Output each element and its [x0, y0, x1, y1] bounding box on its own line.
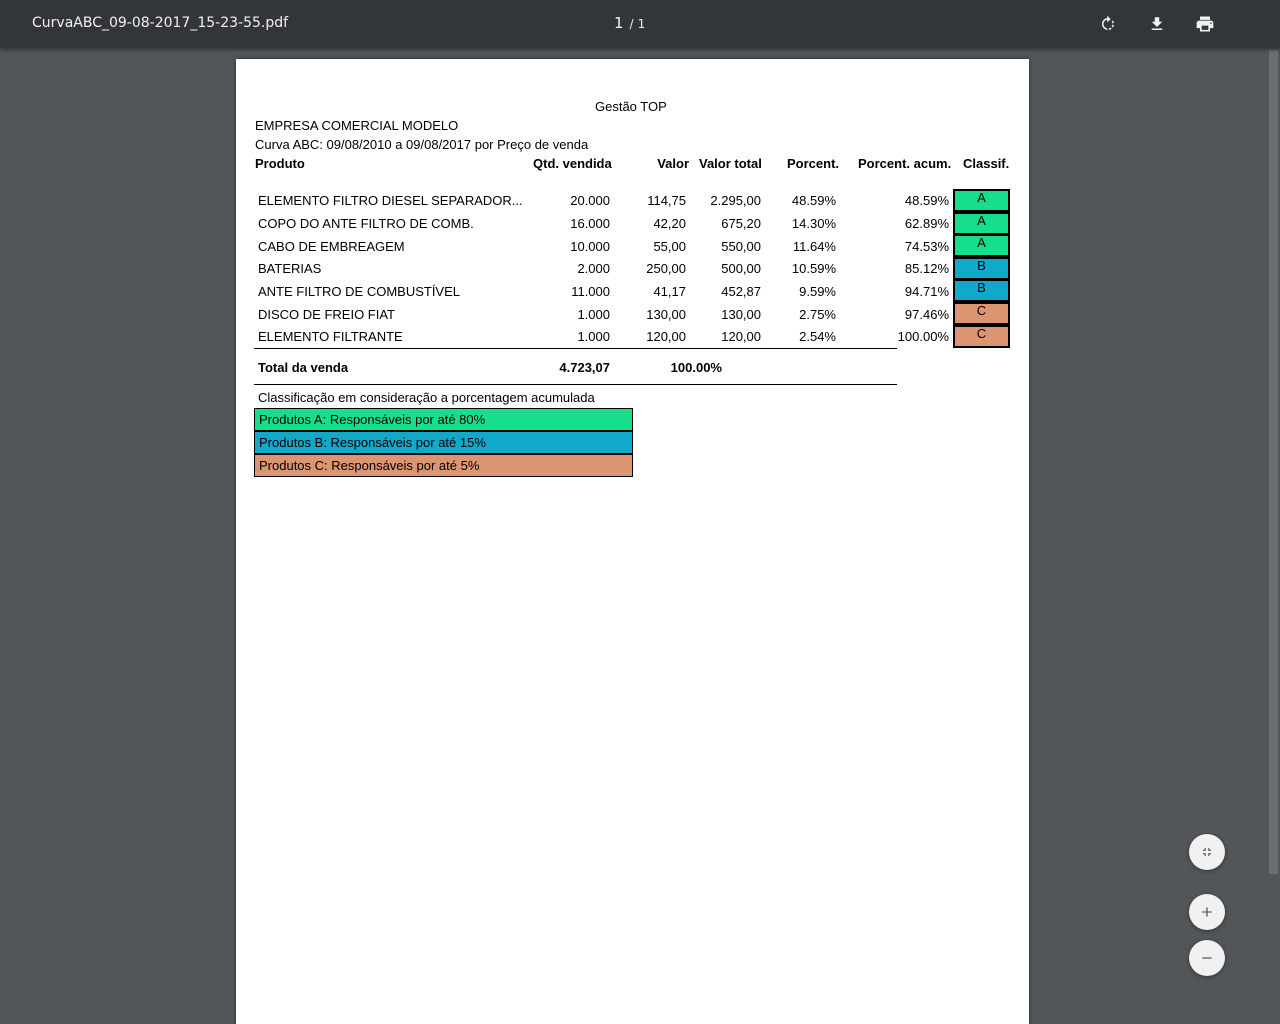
total-pages: 1: [637, 17, 646, 31]
cell-produto: BATERIAS: [258, 261, 322, 276]
zoom-in-button[interactable]: [1189, 894, 1225, 930]
legend-title: Classificação em consideração a porcenta…: [258, 390, 595, 405]
cell-porcent: 2.54%: [799, 329, 836, 344]
fit-to-page-button[interactable]: [1189, 834, 1225, 870]
cell-valor-total: 550,00: [721, 239, 761, 254]
cell-produto: COPO DO ANTE FILTRO DE COMB.: [258, 216, 474, 231]
cell-valor: 55,00: [653, 239, 686, 254]
cell-porcent-acum: 94.71%: [904, 284, 949, 299]
cell-valor-total: 452,87: [721, 284, 761, 299]
classification-badge: B: [953, 256, 1010, 280]
cell-qtd: 11.000: [571, 284, 610, 299]
vertical-scrollbar[interactable]: [1266, 48, 1280, 1024]
cell-qtd: 10.000: [570, 239, 610, 254]
cell-porcent-acum: 74.53%: [904, 239, 949, 254]
cell-porcent: 48.59%: [791, 193, 836, 208]
col-header-porcent: Porcent.: [787, 156, 840, 171]
col-header-classif: Classif.: [963, 156, 1010, 171]
classification-badge: A: [953, 211, 1010, 235]
cell-porcent: 14.30%: [791, 216, 836, 231]
classification-badge: B: [953, 279, 1010, 303]
rotate-icon: [1102, 15, 1114, 30]
classification-badge: A: [953, 189, 1010, 212]
download-icon: [1151, 17, 1163, 30]
cell-produto: ELEMENTO FILTRO DIESEL SEPARADOR...: [258, 193, 523, 208]
cell-valor-total: 500,00: [721, 261, 761, 276]
cell-valor: 42,20: [653, 216, 686, 231]
page-separator: /: [629, 17, 634, 31]
col-header-porcent-acum: Porcent. acum.: [858, 156, 952, 171]
col-header-produto: Produto: [255, 156, 305, 171]
zoom-in-icon: [1202, 907, 1212, 917]
cell-porcent-acum: 62.89%: [904, 216, 949, 231]
legend-item-b: Produtos B: Responsáveis por até 15%: [254, 431, 633, 454]
cell-qtd: 2.000: [577, 261, 610, 276]
pdf-page: Gestão TOP EMPRESA COMERCIAL MODELO Curv…: [236, 59, 1029, 1024]
cell-valor: 250,00: [646, 261, 686, 276]
report-app-title: Gestão TOP: [595, 99, 667, 114]
zoom-out-button[interactable]: [1189, 940, 1225, 976]
download-button[interactable]: [1145, 12, 1169, 36]
cell-produto: CABO DE EMBREAGEM: [258, 239, 405, 254]
cell-porcent: 10.59%: [791, 261, 836, 276]
report-subtitle: Curva ABC: 09/08/2010 a 09/08/2017 por P…: [255, 137, 589, 152]
classification-badge: A: [953, 234, 1010, 258]
cell-produto: DISCO DE FREIO FIAT: [258, 307, 395, 322]
rotate-button[interactable]: [1096, 12, 1120, 36]
cell-porcent-acum: 100.00%: [897, 329, 949, 344]
print-icon: [1196, 16, 1214, 32]
cell-porcent-acum: 85.12%: [904, 261, 949, 276]
cell-produto: ELEMENTO FILTRANTE: [258, 329, 403, 344]
cell-produto: ANTE FILTRO DE COMBUSTÍVEL: [258, 284, 461, 299]
document-title: CurvaABC_09-08-2017_15-23-55.pdf: [32, 15, 289, 31]
print-button[interactable]: [1193, 12, 1217, 36]
cell-qtd: 16.000: [570, 216, 610, 231]
zoom-out-icon: [1202, 957, 1212, 959]
cell-valor-total: 675,20: [721, 216, 761, 231]
cell-porcent: 9.59%: [799, 284, 836, 299]
cell-qtd: 1.000: [577, 329, 610, 344]
col-header-qtd: Qtd. vendida: [533, 156, 612, 171]
cell-porcent: 11.64%: [792, 239, 836, 254]
cell-valor-total: 130,00: [721, 307, 761, 322]
cell-porcent-acum: 48.59%: [904, 193, 949, 208]
cell-valor: 130,00: [646, 307, 686, 322]
col-header-valor: Valor: [657, 156, 689, 171]
cell-valor: 114,75: [647, 193, 686, 208]
current-page-input[interactable]: 1: [614, 14, 624, 32]
total-valor: 4.723,07: [559, 360, 610, 375]
company-name: EMPRESA COMERCIAL MODELO: [255, 118, 459, 133]
total-label: Total da venda: [258, 360, 349, 375]
col-header-valor-total: Valor total: [699, 156, 762, 171]
scrollbar-thumb[interactable]: [1269, 50, 1278, 874]
legend-item-c: Produtos C: Responsáveis por até 5%: [254, 454, 633, 477]
fit-page-icon: [1202, 847, 1212, 857]
page-indicator: 1/1: [614, 13, 645, 32]
cell-valor: 120,00: [646, 329, 686, 344]
cell-porcent: 2.75%: [799, 307, 836, 322]
legend-item-a: Produtos A: Responsáveis por até 80%: [254, 408, 633, 431]
cell-qtd: 20.000: [570, 193, 610, 208]
cell-valor-total: 2.295,00: [710, 193, 761, 208]
classification-badge: C: [953, 324, 1010, 348]
classification-badge: C: [953, 302, 1010, 325]
viewer-toolbar: CurvaABC_09-08-2017_15-23-55.pdf 1/1: [0, 0, 1280, 48]
total-porcent: 100.00%: [670, 360, 722, 375]
totals-divider: [254, 384, 897, 385]
cell-qtd: 1.000: [577, 307, 610, 322]
cell-porcent-acum: 97.46%: [904, 307, 949, 322]
cell-valor-total: 120,00: [721, 329, 761, 344]
table-divider: [254, 348, 897, 349]
cell-valor: 41,17: [653, 284, 686, 299]
